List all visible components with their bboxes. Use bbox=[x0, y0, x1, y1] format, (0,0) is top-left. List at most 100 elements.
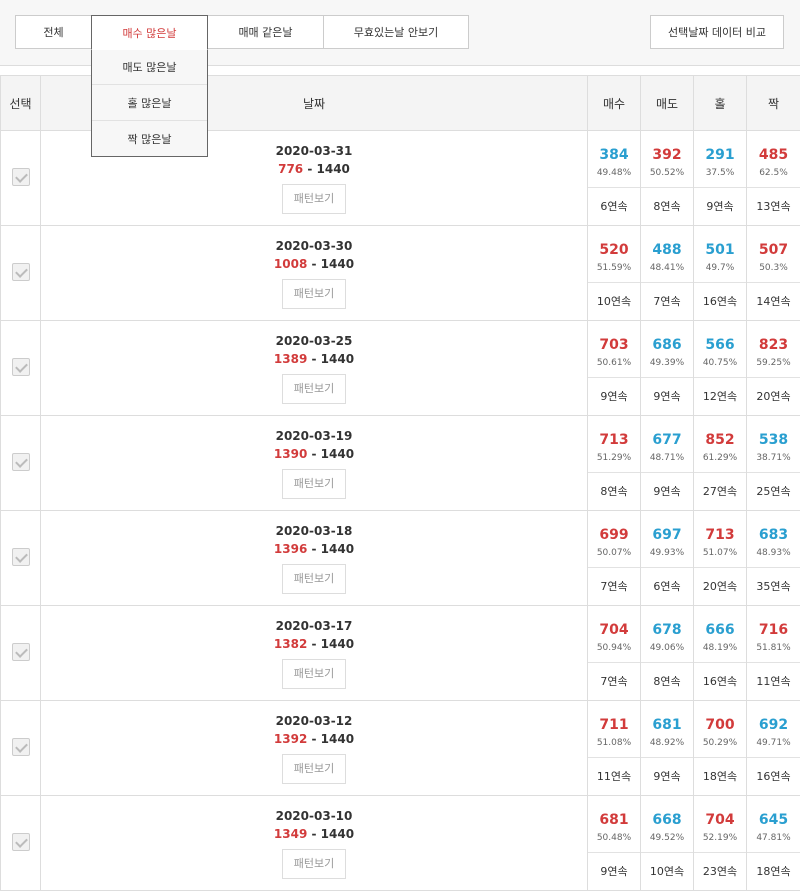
header-select: 선택 bbox=[1, 76, 41, 131]
table-row: 2020-03-181396 - 1440패턴보기69950.07%7연속697… bbox=[1, 511, 800, 606]
row-round-count: 1390 - 1440 bbox=[41, 445, 587, 463]
row-checkbox[interactable] bbox=[12, 263, 30, 281]
sell-stat-cell: 67748.71%9연속 bbox=[641, 416, 694, 511]
even-percent: 59.25% bbox=[747, 357, 800, 369]
even-streak: 14연속 bbox=[747, 282, 800, 320]
sell-stat-cell: 69749.93%6연속 bbox=[641, 511, 694, 606]
view-pattern-button[interactable]: 패턴보기 bbox=[282, 184, 346, 214]
odd-streak: 16연속 bbox=[694, 282, 746, 320]
row-date: 2020-03-30 bbox=[41, 237, 587, 255]
rounds-total: 1440 bbox=[321, 637, 354, 651]
view-pattern-button[interactable]: 패턴보기 bbox=[282, 564, 346, 594]
table-row: 2020-03-101349 - 1440패턴보기68150.48%9연속668… bbox=[1, 796, 800, 891]
row-checkbox[interactable] bbox=[12, 358, 30, 376]
sell-count: 697 bbox=[641, 527, 693, 543]
buy-stat-cell: 52051.59%10연속 bbox=[588, 226, 641, 321]
even-streak: 35연속 bbox=[747, 567, 800, 605]
rounds-total: 1440 bbox=[321, 827, 354, 841]
row-date: 2020-03-19 bbox=[41, 427, 587, 445]
view-pattern-button[interactable]: 패턴보기 bbox=[282, 374, 346, 404]
rounds-done: 1008 bbox=[274, 257, 307, 271]
view-pattern-button[interactable]: 패턴보기 bbox=[282, 469, 346, 499]
row-round-count: 1008 - 1440 bbox=[41, 255, 587, 273]
even-stat-cell: 48562.5%13연속 bbox=[747, 131, 800, 226]
select-cell bbox=[1, 131, 41, 226]
sell-stat-cell: 68649.39%9연속 bbox=[641, 321, 694, 416]
sell-percent: 48.41% bbox=[641, 262, 693, 274]
header-even: 짝 bbox=[747, 76, 800, 131]
buy-count: 703 bbox=[588, 337, 640, 353]
rounds-done: 1392 bbox=[274, 732, 307, 746]
buy-streak: 10연속 bbox=[588, 282, 640, 320]
sell-streak: 6연속 bbox=[641, 567, 693, 605]
buy-stat-cell: 70450.94%7연속 bbox=[588, 606, 641, 701]
view-pattern-button[interactable]: 패턴보기 bbox=[282, 754, 346, 784]
buy-streak: 6연속 bbox=[588, 187, 640, 225]
even-percent: 50.3% bbox=[747, 262, 800, 274]
even-streak: 20연속 bbox=[747, 377, 800, 415]
even-count: 645 bbox=[747, 812, 800, 828]
date-cell: 2020-03-251389 - 1440패턴보기 bbox=[41, 321, 588, 416]
table-row: 2020-03-251389 - 1440패턴보기703 50.61% 9연속686… bbox=[1, 321, 800, 416]
tab-all[interactable]: 전체 bbox=[15, 15, 92, 49]
header-odd: 홀 bbox=[694, 76, 747, 131]
even-streak: 25연속 bbox=[747, 472, 800, 510]
tab-buy-more[interactable]: 매수 많은날 bbox=[91, 15, 208, 50]
buy-streak: 8연속 bbox=[588, 472, 640, 510]
compare-selected-button[interactable]: 선택날짜 데이터 비교 bbox=[650, 15, 784, 49]
row-checkbox[interactable] bbox=[12, 548, 30, 566]
odd-percent: 52.19% bbox=[694, 832, 746, 844]
even-percent: 48.93% bbox=[747, 547, 800, 559]
even-percent: 38.71% bbox=[747, 452, 800, 464]
date-cell: 2020-03-121392 - 1440 패턴보기 bbox=[41, 701, 588, 796]
odd-stat-cell: 66648.19%16연속 bbox=[694, 606, 747, 701]
even-stat-cell: 68348.93%35연속 bbox=[747, 511, 800, 606]
even-count: 692 bbox=[747, 717, 800, 733]
sell-percent: 48.71% bbox=[641, 452, 693, 464]
view-pattern-button[interactable]: 패턴보기 bbox=[282, 849, 346, 879]
row-round-count: 1349 - 1440 bbox=[41, 825, 587, 843]
tab-buy-sell-equal[interactable]: 매매 같은날 bbox=[207, 15, 324, 49]
buy-stat-cell: 68150.48%9연속 bbox=[588, 796, 641, 891]
odd-stat-cell: 85261.29%27연속 bbox=[694, 416, 747, 511]
row-round-count: 776 - 1440 bbox=[41, 160, 587, 178]
row-checkbox[interactable] bbox=[12, 643, 30, 661]
buy-streak: 9연속 bbox=[588, 377, 640, 415]
even-stat-cell: 50750.3%14연속 bbox=[747, 226, 800, 321]
count-separator: - bbox=[307, 447, 320, 461]
rounds-done: 1382 bbox=[274, 637, 307, 651]
row-checkbox[interactable] bbox=[12, 833, 30, 851]
row-round-count: 1392 - 1440 bbox=[41, 730, 587, 748]
dropdown-option-even-more[interactable]: 짝 많은날 bbox=[92, 120, 207, 156]
select-cell bbox=[1, 701, 41, 796]
view-pattern-button[interactable]: 패턴보기 bbox=[282, 659, 346, 689]
row-date: 2020-03-12 bbox=[41, 712, 587, 730]
rounds-total: 1440 bbox=[321, 542, 354, 556]
row-checkbox[interactable] bbox=[12, 738, 30, 756]
tab-hide-invalid[interactable]: 무효있는날 안보기 bbox=[323, 15, 469, 49]
table-row: 2020-03-191390 - 1440패턴보기71351.29%8연속677… bbox=[1, 416, 800, 511]
odd-percent: 51.07% bbox=[694, 547, 746, 559]
odd-streak: 23연속 bbox=[694, 852, 746, 890]
buy-percent: 50.07% bbox=[588, 547, 640, 559]
buy-stat-cell: 69950.07%7연속 bbox=[588, 511, 641, 606]
row-checkbox[interactable] bbox=[12, 453, 30, 471]
even-count: 485 bbox=[747, 147, 800, 163]
odd-stat-cell: 56640.75%12연속 bbox=[694, 321, 747, 416]
row-checkbox[interactable] bbox=[12, 168, 30, 186]
even-count: 716 bbox=[747, 622, 800, 638]
row-date: 2020-03-17 bbox=[41, 617, 587, 635]
row-date: 2020-03-25 bbox=[41, 332, 587, 350]
rounds-done: 1349 bbox=[274, 827, 307, 841]
view-pattern-button[interactable]: 패턴보기 bbox=[282, 279, 346, 309]
filter-dropdown: 매도 많은날 홀 많은날 짝 많은날 bbox=[91, 49, 208, 157]
dropdown-option-odd-more[interactable]: 홀 많은날 bbox=[92, 84, 207, 120]
dropdown-option-sell-more[interactable]: 매도 많은날 bbox=[92, 49, 207, 84]
odd-streak: 16연속 bbox=[694, 662, 746, 700]
count-separator: - bbox=[307, 257, 320, 271]
buy-percent: 50.61% bbox=[588, 357, 640, 369]
even-streak: 13연속 bbox=[747, 187, 800, 225]
buy-count: 713 bbox=[588, 432, 640, 448]
odd-count: 566 bbox=[694, 337, 746, 353]
date-cell: 2020-03-301008 - 1440 패턴보기 bbox=[41, 226, 588, 321]
